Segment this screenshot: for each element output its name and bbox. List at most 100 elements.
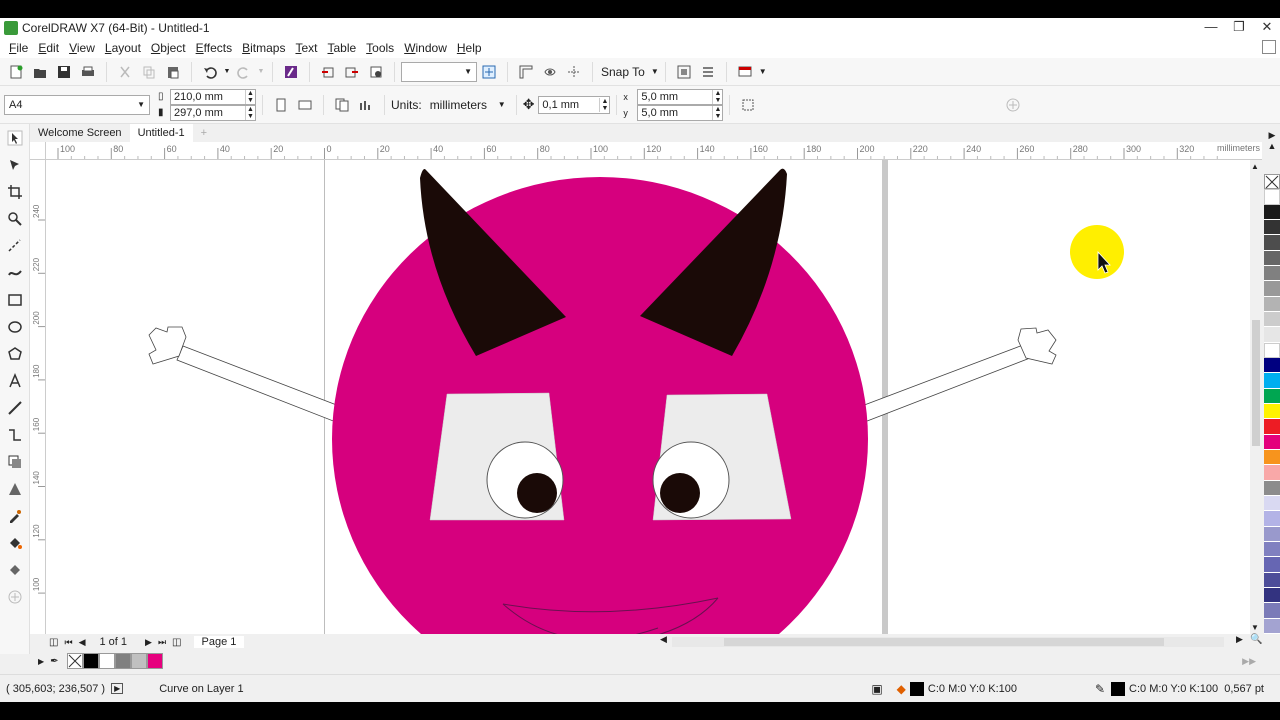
no-color-swatch[interactable]	[1264, 174, 1280, 190]
crop-tool-icon[interactable]	[0, 178, 30, 205]
show-grid-icon[interactable]	[539, 61, 561, 83]
smart-fill-icon[interactable]	[0, 556, 30, 583]
undo-icon[interactable]	[199, 61, 221, 83]
zoom-level-dropdown[interactable]: ▼	[401, 61, 477, 82]
connector-tool-icon[interactable]	[0, 421, 30, 448]
open-icon[interactable]	[29, 61, 51, 83]
rectangle-tool-icon[interactable]	[0, 286, 30, 313]
horizontal-ruler[interactable]: 100 80 60 40 20 0 20 40 60 80 100 120 140 160 180 200 22…	[46, 142, 1262, 160]
all-pages-icon[interactable]	[331, 94, 353, 116]
palette-swatch[interactable]	[1264, 327, 1280, 343]
spin-arrows-icon[interactable]: ▲ ▼	[245, 105, 255, 120]
horizontal-scrollbar[interactable]	[672, 637, 1224, 647]
pick-tool-icon[interactable]	[0, 124, 30, 151]
palette-swatch[interactable]	[1264, 496, 1280, 512]
right-pupil[interactable]	[660, 473, 700, 513]
doc-palette-swatch[interactable]	[114, 653, 131, 669]
freehand-tool-icon[interactable]	[0, 232, 30, 259]
menu-help[interactable]: Help	[452, 41, 487, 55]
redo-icon[interactable]	[233, 61, 255, 83]
text-tool-icon[interactable]	[0, 367, 30, 394]
palette-swatch[interactable]	[1264, 266, 1280, 282]
palette-swatch[interactable]	[1264, 557, 1280, 573]
doc-palette-swatch[interactable]	[82, 653, 99, 669]
palette-swatch[interactable]	[1264, 342, 1280, 359]
palette-swatch[interactable]	[1264, 388, 1280, 405]
new-document-icon[interactable]	[5, 61, 27, 83]
doc-palette-swatch[interactable]	[130, 653, 147, 669]
last-page-icon[interactable]: ⏭	[158, 637, 166, 648]
nudge-distance-input[interactable]: 0,1 mm ▲ ▼	[538, 95, 611, 114]
palette-swatch[interactable]	[1264, 189, 1280, 205]
page-tab[interactable]: Page 1	[193, 636, 245, 648]
print-icon[interactable]	[77, 61, 99, 83]
zoom-navigator-icon[interactable]: 🔍	[1250, 634, 1262, 645]
doc-palette-expand-icon[interactable]: ▶	[38, 657, 44, 666]
portrait-icon[interactable]	[270, 94, 292, 116]
vertical-scrollbar[interactable]: ▲ ▼	[1250, 160, 1262, 634]
show-guidelines-icon[interactable]	[563, 61, 585, 83]
welcome-screen-icon[interactable]	[734, 61, 756, 83]
close-icon[interactable]: ✕	[1260, 19, 1274, 35]
devil-face[interactable]	[332, 177, 868, 634]
palette-swatch[interactable]	[1264, 404, 1280, 420]
palette-scroll-up-icon[interactable]: ▶	[1264, 130, 1280, 141]
application-launcher-icon[interactable]	[697, 61, 719, 83]
page-add-icon[interactable]: ◫	[49, 637, 58, 648]
artistic-media-icon[interactable]	[0, 259, 30, 286]
scroll-down-icon[interactable]: ▼	[1251, 623, 1259, 632]
transparency-icon[interactable]	[0, 475, 30, 502]
palette-swatch[interactable]	[1264, 281, 1280, 297]
redo-dropdown-icon[interactable]: ▼	[257, 61, 265, 83]
welcome-dropdown-icon[interactable]: ▼	[759, 67, 767, 76]
menu-effects[interactable]: Effects	[191, 41, 237, 55]
palette-swatch[interactable]	[1264, 450, 1280, 466]
scroll-right-icon[interactable]: ▶	[1236, 634, 1243, 645]
shape-tool-icon[interactable]	[0, 151, 30, 178]
copy-icon[interactable]	[138, 61, 160, 83]
palette-swatch[interactable]	[1264, 312, 1280, 328]
palette-swatch[interactable]	[1264, 465, 1280, 481]
tab-untitled-1[interactable]: Untitled-1	[129, 124, 193, 142]
menu-layout[interactable]: Layout	[100, 41, 146, 55]
save-icon[interactable]	[53, 61, 75, 83]
menu-text[interactable]: Text	[290, 41, 322, 55]
menu-object[interactable]: Object	[146, 41, 191, 55]
menu-edit[interactable]: Edit	[33, 41, 64, 55]
publish-pdf-icon[interactable]	[365, 61, 387, 83]
restore-icon[interactable]: ❐	[1232, 19, 1246, 35]
palette-swatch[interactable]	[1264, 296, 1280, 313]
drop-shadow-icon[interactable]	[0, 448, 30, 475]
palette-swatch[interactable]	[1264, 373, 1280, 389]
palette-swatch[interactable]	[1264, 419, 1280, 435]
duplicate-x-input[interactable]: 5,0 mm ▲ ▼	[637, 88, 724, 105]
treat-as-filled-icon[interactable]	[737, 94, 759, 116]
vertical-scroll-thumb[interactable]	[1252, 320, 1260, 446]
doc-palette-options-icon[interactable]: ▶▶	[1242, 656, 1256, 667]
snap-to-chevron-icon[interactable]: ▼	[651, 67, 659, 76]
new-tab-icon[interactable]: +	[193, 124, 215, 142]
horizontal-scroll-thumb[interactable]	[724, 638, 1164, 646]
panel-close-icon[interactable]	[1262, 40, 1276, 54]
polygon-tool-icon[interactable]	[0, 340, 30, 367]
cut-icon[interactable]	[114, 61, 136, 83]
duplicate-y-input[interactable]: 5,0 mm ▲ ▼	[637, 104, 724, 121]
menu-file[interactable]: File	[4, 41, 33, 55]
palette-swatch[interactable]	[1264, 434, 1280, 451]
color-eyedropper-icon[interactable]	[0, 502, 30, 529]
page-size-dropdown[interactable]: A4 ▼	[4, 94, 150, 115]
export-icon[interactable]	[341, 61, 363, 83]
doc-palette-eyedropper-icon[interactable]: ✒	[50, 656, 58, 667]
scroll-left-icon[interactable]: ◀	[660, 634, 667, 645]
palette-swatch[interactable]	[1264, 220, 1280, 236]
doc-palette-swatch[interactable]	[98, 653, 115, 669]
palette-swatch[interactable]	[1264, 358, 1280, 374]
spin-arrows-icon[interactable]: ▲ ▼	[599, 97, 609, 112]
zoom-tool-icon[interactable]	[0, 205, 30, 232]
spin-arrows-icon[interactable]: ▲ ▼	[712, 105, 722, 120]
left-pupil[interactable]	[517, 473, 557, 513]
undo-dropdown-icon[interactable]: ▼	[223, 61, 231, 83]
menu-tools[interactable]: Tools	[361, 41, 399, 55]
landscape-icon[interactable]	[294, 94, 316, 116]
palette-swatch[interactable]	[1264, 204, 1280, 221]
